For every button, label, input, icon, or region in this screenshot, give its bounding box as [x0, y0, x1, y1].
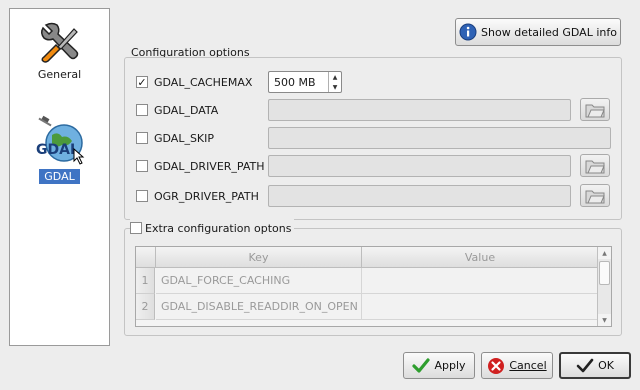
table-vertical-scrollbar[interactable]: ▲ ▼ — [597, 247, 611, 326]
category-list[interactable]: General GDAL GDAL — [9, 8, 110, 346]
apply-button[interactable]: Apply — [403, 352, 475, 379]
spin-up-icon[interactable]: ▲ — [329, 72, 341, 82]
option-label: GDAL_DATA — [154, 103, 219, 117]
extra-config-title: Extra configuration optons — [145, 221, 292, 235]
option-label: GDAL_DRIVER_PATH — [154, 159, 265, 173]
category-gdal[interactable]: GDAL GDAL — [10, 113, 109, 184]
cachemax-spinbox[interactable]: 500 MB ▲ ▼ — [268, 71, 342, 93]
ok-button[interactable]: OK — [559, 352, 631, 379]
show-gdal-info-button[interactable]: Show detailed GDAL info — [455, 18, 621, 46]
extra-config-table[interactable]: Key Value 1 GDAL_FORCE_CACHING 2 GDAL_DI… — [135, 246, 612, 327]
column-header-key[interactable]: Key — [156, 247, 362, 268]
scroll-down-icon[interactable]: ▼ — [598, 314, 611, 326]
gdal-driver-path-browse-button[interactable] — [580, 154, 610, 177]
table-cell-key[interactable]: GDAL_DISABLE_READDIR_ON_OPEN — [156, 294, 362, 320]
ogr-driver-path-field[interactable] — [268, 185, 571, 207]
gdal-skip-field[interactable] — [268, 127, 611, 149]
gdal-cachemax-checkbox[interactable]: ✓ — [136, 76, 148, 88]
show-gdal-info-label: Show detailed GDAL info — [481, 25, 617, 39]
row-header[interactable]: 2 — [136, 294, 155, 320]
cancel-label: Cancel — [509, 359, 547, 372]
ok-label: OK — [598, 359, 614, 372]
option-gdal-driver-path[interactable]: GDAL_DRIVER_PATH — [136, 156, 265, 176]
gdal-data-path-field[interactable] — [268, 99, 571, 121]
gdal-driver-path-field[interactable] — [268, 155, 571, 177]
table-cell-value[interactable] — [362, 294, 599, 320]
cachemax-value: 500 MB — [274, 75, 316, 89]
table-cell-value[interactable] — [362, 268, 599, 294]
option-gdal-cachemax[interactable]: ✓ GDAL_CACHEMAX — [136, 72, 252, 92]
option-gdal-skip[interactable]: GDAL_SKIP — [136, 128, 214, 148]
option-gdal-data[interactable]: GDAL_DATA — [136, 100, 218, 120]
ogr-driver-path-browse-button[interactable] — [580, 184, 610, 207]
extra-config-toggle[interactable]: Extra configuration optons — [130, 218, 295, 238]
table-cell-key[interactable]: GDAL_FORCE_CACHING — [156, 268, 362, 294]
cancel-icon — [488, 357, 505, 374]
checkmark-icon — [576, 358, 594, 372]
apply-label: Apply — [434, 359, 466, 372]
option-label: GDAL_SKIP — [154, 131, 215, 145]
gdal-globe-icon: GDAL — [36, 115, 84, 165]
folder-icon — [585, 104, 605, 117]
gdal-data-checkbox[interactable] — [136, 104, 148, 116]
scroll-up-icon[interactable]: ▲ — [598, 247, 611, 259]
gdal-data-browse-button[interactable] — [580, 98, 610, 121]
option-ogr-driver-path[interactable]: OGR_DRIVER_PATH — [136, 186, 259, 206]
folder-icon — [585, 160, 605, 173]
column-header-value[interactable]: Value — [362, 247, 599, 268]
category-general[interactable]: General — [10, 19, 109, 82]
category-gdal-label: GDAL — [39, 169, 80, 184]
table-corner — [136, 247, 156, 268]
checkmark-icon — [412, 357, 431, 373]
cancel-button[interactable]: Cancel — [481, 352, 553, 379]
row-header[interactable]: 1 — [136, 268, 155, 294]
tools-icon — [40, 22, 78, 63]
info-icon — [459, 23, 477, 41]
gdal-driver-path-checkbox[interactable] — [136, 160, 148, 172]
folder-icon — [585, 190, 605, 203]
category-general-label: General — [37, 68, 82, 81]
extra-config-checkbox[interactable] — [130, 222, 142, 234]
gdal-skip-checkbox[interactable] — [136, 132, 148, 144]
ogr-driver-path-checkbox[interactable] — [136, 190, 148, 202]
spin-down-icon[interactable]: ▼ — [329, 82, 341, 92]
scroll-thumb[interactable] — [599, 261, 610, 285]
option-label: GDAL_CACHEMAX — [154, 75, 253, 89]
option-label: OGR_DRIVER_PATH — [154, 189, 259, 203]
svg-text:GDAL: GDAL — [36, 142, 79, 158]
